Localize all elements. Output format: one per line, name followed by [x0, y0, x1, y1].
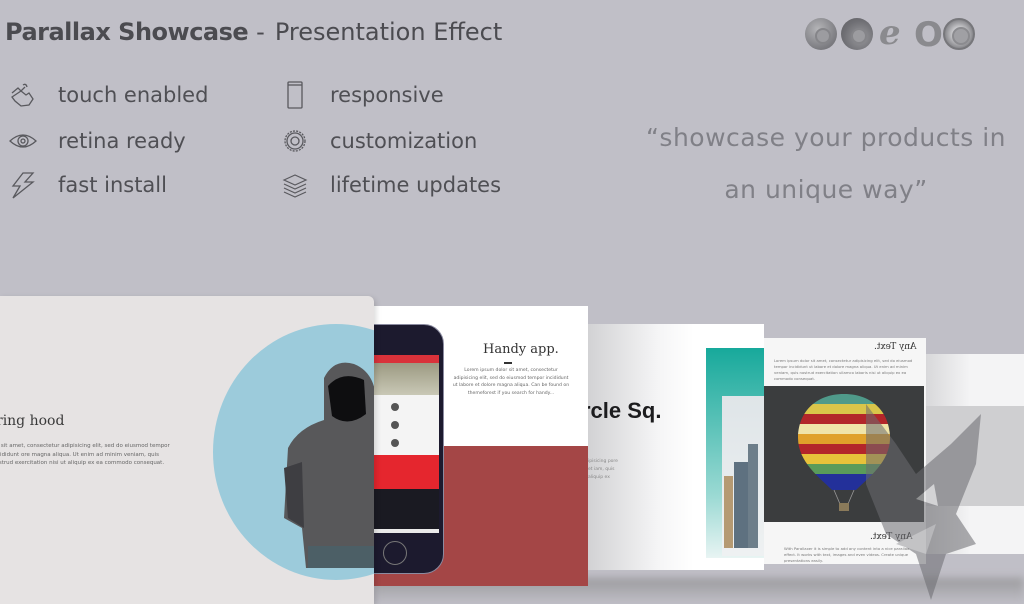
gear-icon	[280, 126, 310, 156]
tagline-quote: “showcase your products in an unique way…	[628, 112, 1024, 216]
slide-body: Lorem ipsum dolor sit amet, consectetur …	[774, 358, 913, 381]
feature-label: responsive	[330, 83, 444, 107]
feature-fast-install: fast install	[8, 170, 167, 200]
internet-explorer-icon: e	[879, 13, 901, 53]
page-title: Parallax Showcase - Presentation Effect	[5, 18, 502, 46]
hooded-figure-image	[284, 362, 374, 568]
slide-handy-app[interactable]: Handy app. Lorem ipsum dolor sit amet, c…	[374, 306, 588, 586]
title-separator: -	[256, 18, 265, 46]
browser-support-icons: e O	[805, 13, 975, 55]
slide-title: Handy app.	[483, 342, 559, 357]
opera-icon: O	[914, 15, 943, 55]
quote-line-1: “showcase your products in	[645, 123, 1007, 152]
feature-label: lifetime updates	[330, 173, 502, 197]
feature-label: retina ready	[58, 129, 186, 153]
lightning-icon	[8, 170, 38, 200]
feature-customization: customization	[280, 126, 477, 156]
title-subtitle: Presentation Effect	[274, 18, 503, 46]
slide-body: ipisicing pore et iam, quis aliquip ex	[588, 459, 618, 480]
slide-title: rcle Sq.	[588, 398, 662, 423]
feature-touch-enabled: touch enabled	[8, 80, 208, 110]
slide-hood[interactable]: ring hood lor sit amet, consectetur adip…	[0, 296, 374, 604]
eye-icon	[8, 126, 38, 156]
title-main: Parallax Showcase	[5, 18, 249, 46]
slide-body: lor sit amet, consectetur adipisicing el…	[0, 443, 170, 466]
feature-responsive: responsive	[280, 80, 444, 110]
feature-label: fast install	[58, 173, 167, 197]
safari-icon	[943, 18, 975, 50]
mobile-device-icon	[280, 80, 310, 110]
phone-mockup	[374, 324, 444, 574]
feature-label: customization	[330, 129, 478, 153]
feature-lifetime-updates: lifetime updates	[280, 170, 501, 200]
slide-title: ring hood	[0, 413, 65, 429]
city-photo	[722, 396, 764, 556]
layers-icon	[280, 170, 310, 200]
slide-body: Lorem ipsum dolor sit amet, consectetur …	[452, 368, 570, 396]
wolf-logo-watermark	[866, 404, 981, 600]
quote-line-2: an unique way”	[724, 175, 928, 204]
slide-title: Any Text.	[873, 342, 916, 352]
title-divider	[504, 362, 512, 364]
chrome-icon	[805, 18, 837, 50]
firefox-icon	[841, 18, 873, 50]
slide-circle-sq[interactable]: rcle Sq. ipisicing pore et iam, quis ali…	[588, 324, 764, 570]
phone-home-button	[383, 541, 407, 565]
feature-label: touch enabled	[58, 83, 209, 107]
touch-hand-icon	[8, 80, 38, 110]
feature-retina-ready: retina ready	[8, 126, 186, 156]
